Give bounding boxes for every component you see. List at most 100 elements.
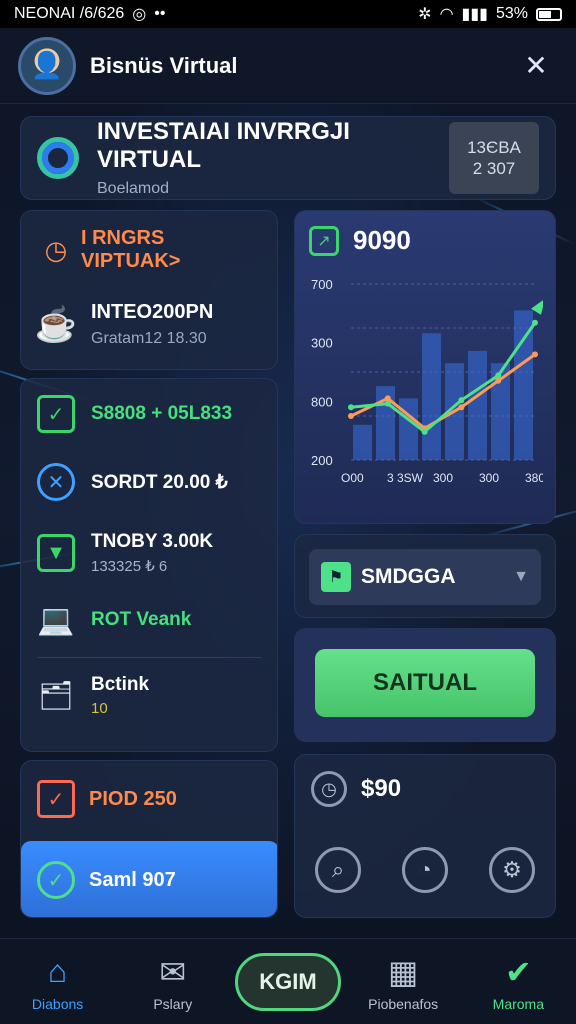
- chart-point: [532, 319, 538, 326]
- laptop-coin-icon: 💻: [37, 603, 75, 637]
- x-tick-label: 300: [433, 471, 453, 485]
- chart-point: [458, 404, 465, 411]
- nav-item-center[interactable]: KGIM: [234, 952, 341, 1011]
- x-tick-label: 300: [479, 471, 499, 485]
- check-circle-icon: ✓: [37, 861, 75, 899]
- chart: 700 300 800 200 O00 3 3SW 300 300 3800: [311, 277, 552, 485]
- nav-label: Pslary: [153, 995, 193, 1012]
- gauge-icon[interactable]: ◔: [402, 847, 448, 893]
- asset-select[interactable]: ⚑ SMDGGA ▼: [309, 549, 541, 605]
- hero-card[interactable]: INVESTAIAI INVRRGJI VIRTUAL Boelamod 13Є…: [20, 116, 556, 200]
- nav-label: Piobenafos: [368, 995, 439, 1012]
- nav-item-home[interactable]: ⌂ Diabons: [8, 952, 108, 1012]
- home-icon: ⌂: [47, 953, 68, 989]
- summary-card: ✓ PIOD 250 ✓ Saml 907: [20, 760, 278, 918]
- bottom-card: ◷ $90 ⌕ ◔ ⚙: [294, 754, 556, 918]
- summary-highlight-label: Saml 907: [89, 868, 176, 891]
- status-bar: NEONAI /6/626 ◎ •• ✲ ◠ ▮▮▮ 53%: [0, 0, 576, 28]
- list-item[interactable]: ✕ SORDT 20.00 ₺: [37, 463, 261, 501]
- list-item-main: TNOBY 3.00K: [91, 531, 214, 552]
- x-circle-icon: ✕: [37, 463, 75, 501]
- nav-item-calculator[interactable]: ▦ Piobenafos: [353, 952, 453, 1012]
- tools-icon[interactable]: ✕: [514, 44, 558, 88]
- hero-title: INVESTAIAI INVRRGJI VIRTUAL: [97, 118, 350, 173]
- item-main: INTEO200PN: [91, 301, 214, 323]
- chart-bar: [399, 398, 418, 460]
- shield-icon: [37, 137, 79, 179]
- battery-percent: 53%: [495, 5, 528, 22]
- divider: [37, 657, 261, 658]
- list-item-sub: 133325 ₺ 6: [91, 558, 168, 575]
- clock-icon: ◷: [44, 234, 68, 265]
- settings-icon: ✲: [418, 6, 432, 23]
- notification-icon: ◎: [132, 6, 147, 23]
- y-tick-label: 800: [311, 394, 333, 409]
- signal-icon: ▮▮▮: [461, 6, 488, 23]
- check-list-icon: ✓: [37, 395, 75, 433]
- x-tick-label: 3 3SW: [387, 471, 424, 485]
- hero-badge-line1: 13ЄBA: [467, 137, 521, 157]
- chart-card[interactable]: ↗ 9090 700 300 800 200 O00 3 3SW 300 300 3800: [294, 210, 556, 524]
- bottom-nav: ⌂ Diabons ✉ Pslary KGIM ▦ Piobenafos ✔ M…: [0, 938, 576, 1024]
- bottom-card-value: $90: [361, 775, 402, 802]
- chart-bar: [468, 350, 487, 460]
- nav-item-check[interactable]: ✔ Maroma: [468, 952, 568, 1012]
- chart-point: [348, 413, 354, 419]
- card-heading: I RNGRS VIPTUAK>: [81, 227, 181, 272]
- select-card: ⚑ SMDGGA ▼: [294, 534, 556, 618]
- wifi-icon: ◠: [439, 6, 454, 23]
- chart-value: 9090: [353, 225, 411, 255]
- summary-row[interactable]: ✓ PIOD 250: [21, 761, 277, 837]
- chart-point: [348, 404, 354, 411]
- chart-point: [495, 372, 502, 379]
- x-tick-label: 3800: [525, 471, 543, 485]
- mail-icon: ✉: [159, 953, 187, 990]
- chart-point: [458, 397, 465, 404]
- hero-subtitle: Boelamod: [97, 180, 170, 197]
- nav-label: Maroma: [492, 995, 545, 1012]
- list-item[interactable]: ✓ S8808 + 05L833: [37, 395, 261, 433]
- list-item[interactable]: ▼ TNOBY 3.00K 133325 ₺ 6: [37, 531, 261, 575]
- list-item-main: Bctink: [91, 674, 150, 695]
- y-tick-label: 700: [311, 277, 333, 292]
- app-header: 👤 Bisnüs Virtual ✕: [0, 28, 576, 104]
- y-tick-label: 200: [311, 453, 333, 468]
- chart-bar: [422, 333, 441, 460]
- chart-bar: [514, 310, 533, 460]
- calculator-icon: ▦: [388, 953, 419, 990]
- item-sub: Gratam12 18.30: [91, 330, 207, 347]
- chart-point: [532, 351, 538, 358]
- transactions-card: ✓ S8808 + 05L833 ✕ SORDT 20.00 ₺ ▼ TNOBY…: [20, 378, 278, 752]
- chart-point: [421, 428, 428, 435]
- gear-icon[interactable]: ⚙: [489, 847, 535, 893]
- summary-row-label: PIOD 250: [89, 787, 177, 810]
- checkbox-icon: ✓: [37, 780, 75, 818]
- list-item-main: S8808 + 05L833: [91, 403, 233, 424]
- list-item[interactable]: 💻 ROT Veank: [37, 601, 261, 639]
- x-tick-label: O00: [341, 471, 364, 485]
- nav-item-mail[interactable]: ✉ Pslary: [123, 952, 223, 1012]
- clock-icon: ◷: [311, 771, 347, 807]
- battery-icon: [536, 7, 562, 21]
- center-action-button[interactable]: KGIM: [234, 952, 341, 1011]
- summary-highlight-row[interactable]: ✓ Saml 907: [21, 841, 277, 917]
- growth-icon: ↗: [309, 225, 339, 256]
- chart-bar: [353, 424, 372, 460]
- primary-action-button[interactable]: SAITUAL: [315, 649, 535, 717]
- dots-icon: ••: [154, 5, 166, 22]
- map-flag-icon: ⚑: [321, 562, 351, 592]
- y-tick-label: 300: [311, 336, 333, 351]
- nav-label: Diabons: [31, 995, 84, 1012]
- report-icon: 🗂: [38, 680, 74, 711]
- app-title: Bisnüs Virtual: [90, 52, 238, 78]
- compass-icon[interactable]: ⌕: [315, 847, 361, 893]
- status-text: NEONAI /6/626: [14, 5, 125, 22]
- select-value: SMDGGA: [361, 565, 456, 588]
- virtual-things-card[interactable]: ◷ I RNGRS VIPTUAK> ☕ INTEO200PN Gratam12…: [20, 210, 278, 370]
- avatar[interactable]: 👤: [18, 36, 76, 95]
- list-item[interactable]: 🗂 Bctink 10: [37, 674, 261, 717]
- chart-point: [384, 395, 391, 402]
- chart-point: [384, 400, 391, 407]
- chart-flag-icon: ▼: [37, 534, 75, 572]
- list-item-sub: 10: [91, 700, 108, 717]
